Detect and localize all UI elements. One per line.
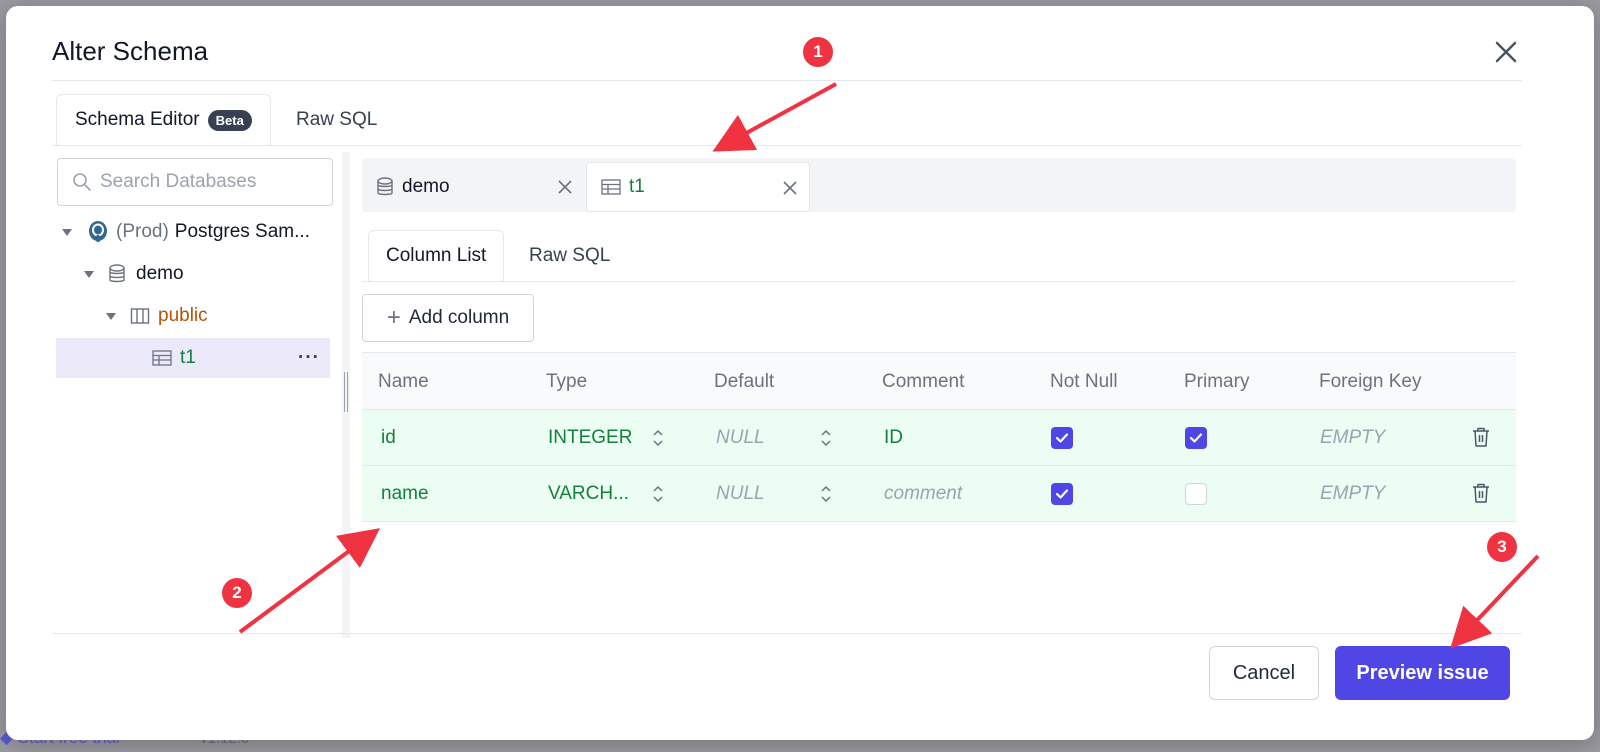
annotation-marker-2: 2 xyxy=(222,578,252,608)
arrow-3 xyxy=(1450,554,1540,649)
arrow-2 xyxy=(238,528,381,634)
arrow-1 xyxy=(712,82,837,152)
annotation-arrows xyxy=(238,82,1540,649)
annotation-marker-1: 1 xyxy=(803,37,833,67)
annotation-marker-3: 3 xyxy=(1487,532,1517,562)
